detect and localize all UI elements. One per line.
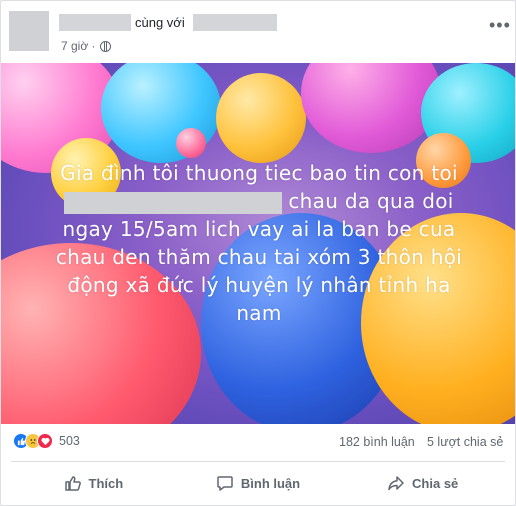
message-line: ngay 15/5am lich vay ai la ban be cua <box>62 217 456 241</box>
reactions-summary[interactable]: 503 <box>13 433 80 449</box>
comment-button[interactable]: Bình luận <box>176 462 341 504</box>
reaction-count: 503 <box>59 434 80 448</box>
balloon <box>176 128 206 158</box>
post-meta: 7 giờ · <box>61 39 111 53</box>
share-label: Chia sẻ <box>412 475 459 491</box>
shares-count-link[interactable]: 5 lượt chia sẻ <box>427 435 503 449</box>
with-text: cùng với <box>135 15 185 30</box>
more-icon[interactable]: ••• <box>489 16 510 34</box>
post-header: cùng với 7 giờ · ••• <box>1 1 515 63</box>
author-name-redacted[interactable] <box>59 14 131 31</box>
message-line: động xã đức lý huyện lý nhân tỉnh ha <box>67 273 451 297</box>
post-stats: 503 182 bình luận 5 lượt chia sẻ <box>1 424 515 458</box>
balloon <box>216 73 306 163</box>
post-card: cùng với 7 giờ · ••• Gia đình tôi thuong… <box>0 0 516 506</box>
balloon <box>301 63 441 153</box>
love-reaction-icon <box>37 433 53 449</box>
message-line-with-redaction: chau da qua doi <box>15 187 503 215</box>
message-line: Gia đình tôi thuong tiec bao tin con toi <box>60 161 458 185</box>
message-line: nam <box>236 301 282 325</box>
share-icon <box>387 474 405 492</box>
avatar[interactable] <box>9 11 49 51</box>
globe-icon[interactable] <box>99 40 111 52</box>
like-label: Thích <box>88 475 124 491</box>
comment-label: Bình luận <box>240 475 301 491</box>
tagged-name-redacted[interactable] <box>193 14 277 31</box>
post-time[interactable]: 7 giờ · <box>61 39 96 53</box>
action-bar: Thích Bình luận Chia sẻ <box>11 461 505 504</box>
thumbs-up-icon <box>64 474 82 492</box>
comment-icon <box>216 474 234 492</box>
redacted-name <box>64 191 283 214</box>
like-button[interactable]: Thích <box>11 462 176 504</box>
message-line: chau da qua doi <box>288 189 454 213</box>
share-button[interactable]: Chia sẻ <box>340 462 505 504</box>
comments-count-link[interactable]: 182 bình luận <box>339 435 415 449</box>
post-image[interactable]: Gia đình tôi thuong tiec bao tin con toi… <box>1 63 515 424</box>
post-message: Gia đình tôi thuong tiec bao tin con toi… <box>15 159 503 327</box>
message-line: chau den thăm chau tai xóm 3 thôn hội <box>55 245 463 269</box>
